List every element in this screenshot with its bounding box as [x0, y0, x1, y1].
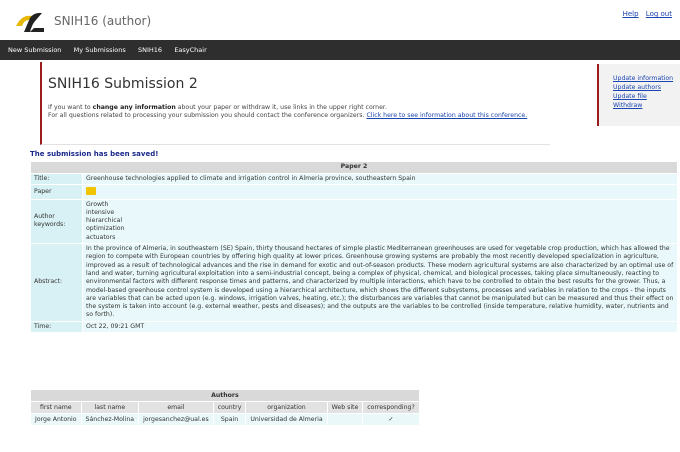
- top-bar: SNIH16 (author) Help Log out: [0, 0, 680, 40]
- update-information-link[interactable]: Update information: [599, 74, 680, 83]
- logout-link[interactable]: Log out: [646, 10, 672, 18]
- intro-line-2: For all questions related to processing …: [48, 112, 542, 120]
- update-authors-link[interactable]: Update authors: [599, 83, 680, 92]
- page-title: SNIH16 Submission 2: [48, 76, 198, 92]
- menu-new-submission[interactable]: New Submission: [0, 40, 66, 60]
- author-first-name: Jorge Antonio: [30, 413, 82, 426]
- table-row: Jorge Antonio Sánchez-Molina jorgesanche…: [30, 413, 420, 426]
- menu-snih16[interactable]: SNIH16: [133, 40, 167, 60]
- conference-info-link[interactable]: Click here to see information about this…: [366, 112, 527, 119]
- submission-actions: Update information Update authors Update…: [597, 64, 680, 126]
- app-title: SNIH16 (author): [54, 14, 152, 28]
- intro-text: If you want to change any information ab…: [48, 104, 542, 120]
- help-link[interactable]: Help: [623, 10, 639, 18]
- saved-message: The submission has been saved!: [30, 150, 159, 158]
- menu-easychair[interactable]: EasyChair: [169, 40, 211, 60]
- title-label: Title:: [30, 172, 83, 186]
- intro-line-1-end: about your paper or withdraw it, use lin…: [175, 104, 387, 111]
- intro-line-1: If you want to change any information ab…: [48, 104, 542, 112]
- paper-file-cell: [82, 184, 678, 200]
- keyword: Growth: [86, 200, 109, 208]
- keyword: optimization: [86, 225, 125, 233]
- paper-label: Paper: [30, 184, 83, 200]
- keyword: intensive: [86, 208, 115, 216]
- submission-time: Oct 22, 09:21 GMT: [82, 320, 678, 334]
- abstract-text: In the province of Almeria, in southeast…: [82, 243, 678, 322]
- author-country: Spain: [212, 413, 247, 426]
- main-menu: New Submission My Submissions SNIH16 Eas…: [0, 40, 680, 60]
- time-label: Time:: [30, 320, 83, 334]
- column-header: country: [212, 401, 247, 414]
- column-header: email: [138, 401, 214, 414]
- column-header: organization: [245, 401, 328, 414]
- authors-header: Authors: [30, 389, 420, 402]
- author-organization: Universidad de Almeria: [245, 413, 328, 426]
- keyword: hierarchical: [86, 217, 123, 225]
- author-last-name: Sánchez-Molina: [80, 413, 140, 426]
- author-email: jorgesanchez@ual.es: [138, 413, 214, 426]
- abstract-label: Abstract:: [30, 243, 83, 322]
- top-links: Help Log out: [618, 10, 672, 18]
- author-website: [326, 413, 364, 426]
- paper-header: Paper 2: [30, 161, 678, 174]
- folder-icon[interactable]: [86, 187, 96, 196]
- easychair-logo-icon: [16, 12, 44, 32]
- corresponding-check-icon: ✓: [362, 413, 420, 426]
- authors-table: Authors first name last name email count…: [30, 389, 420, 426]
- menu-my-submissions[interactable]: My Submissions: [69, 40, 131, 60]
- intro-line-1-start: If you want to: [48, 104, 93, 111]
- update-file-link[interactable]: Update file: [599, 92, 680, 101]
- paper-table: Paper 2 Title: Greenhouse technologies a…: [30, 161, 678, 334]
- keyword: actuators: [86, 233, 116, 241]
- keywords-cell: Growth intensive hierarchical optimizati…: [82, 198, 678, 245]
- keywords-label: Author keywords:: [30, 198, 83, 245]
- intro-emphasis: change any information: [92, 104, 176, 111]
- intro-line-2-text: For all questions related to processing …: [48, 112, 367, 119]
- column-header: first name: [30, 401, 82, 414]
- column-header: last name: [80, 401, 140, 414]
- column-header: Web site: [326, 401, 364, 414]
- paper-title: Greenhouse technologies applied to clima…: [82, 172, 678, 186]
- column-header: corresponding?: [362, 401, 420, 414]
- submission-panel: SNIH16 Submission 2 If you want to chang…: [40, 62, 550, 145]
- withdraw-link[interactable]: Withdraw: [599, 101, 680, 110]
